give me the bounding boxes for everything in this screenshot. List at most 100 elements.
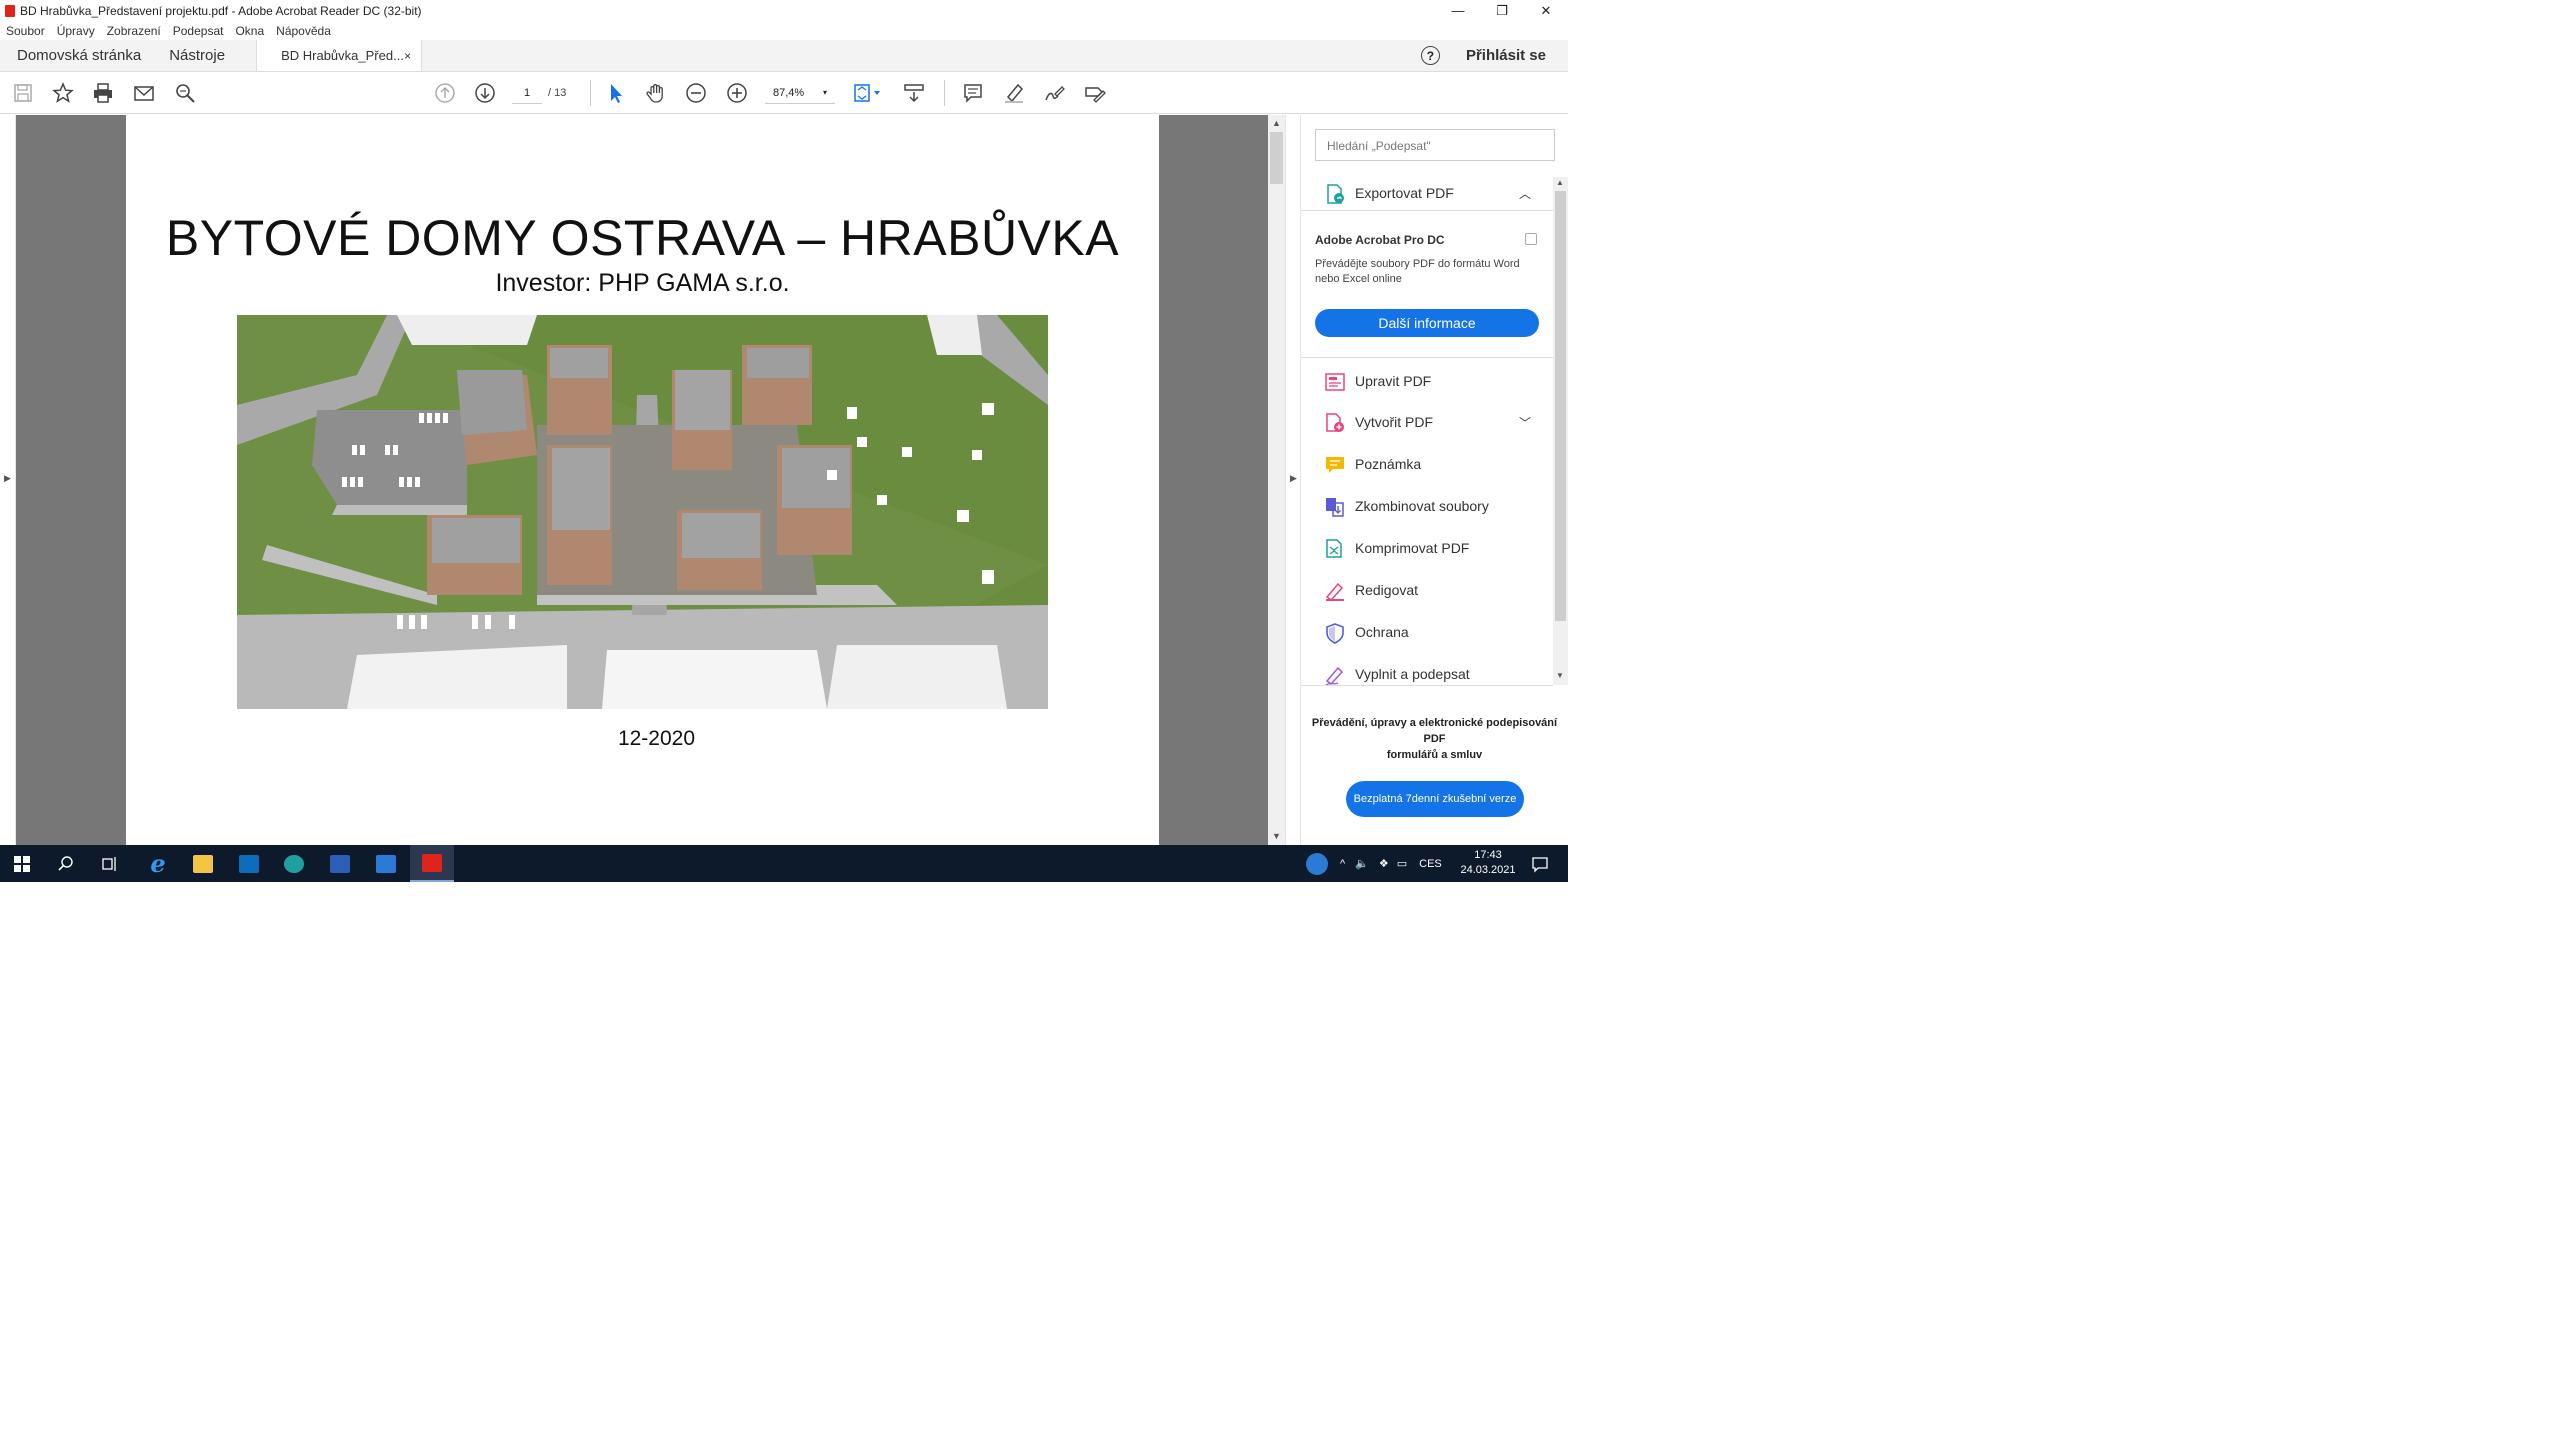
create-pdf-icon xyxy=(1326,413,1344,432)
close-window-button[interactable]: ✕ xyxy=(1524,0,1568,21)
document-date: 12-2020 xyxy=(617,727,696,750)
network-icon[interactable]: ▭ xyxy=(1397,857,1407,870)
document-viewport[interactable]: BYTOVÉ DOMY OSTRAVA – HRABŮVKA Investor:… xyxy=(16,115,1268,845)
dropbox-icon[interactable]: ❖ xyxy=(1379,857,1389,870)
clock[interactable]: 17:43 24.03.2021 xyxy=(1460,848,1516,878)
select-cursor-icon[interactable] xyxy=(604,82,626,104)
tool-redact[interactable]: Redigovat xyxy=(1301,570,1553,612)
free-trial-button[interactable]: Bezplatná 7denní zkušební verze xyxy=(1346,781,1524,817)
taskbar-photos[interactable] xyxy=(364,845,408,882)
highlight-pen-icon[interactable] xyxy=(1003,82,1025,104)
tab-home[interactable]: Domovská stránka xyxy=(0,40,155,71)
scrollbar-thumb[interactable] xyxy=(1555,191,1566,621)
search-icon[interactable] xyxy=(174,82,196,104)
tool-combine-files[interactable]: Zkombinovat soubory xyxy=(1301,486,1553,528)
menu-window[interactable]: Okna xyxy=(235,24,264,38)
taskbar-word[interactable] xyxy=(318,845,362,882)
scroll-down-icon[interactable]: ▼ xyxy=(1556,671,1564,680)
menu-view[interactable]: Zobrazení xyxy=(107,24,161,38)
pdf-page: BYTOVÉ DOMY OSTRAVA – HRABŮVKA Investor:… xyxy=(126,115,1159,845)
export-pdf-header[interactable]: Exportovat PDF ︿ xyxy=(1301,177,1553,211)
close-tab-icon[interactable]: × xyxy=(404,49,411,63)
tool-edit-pdf[interactable]: Upravit PDF xyxy=(1301,361,1553,403)
redact-icon xyxy=(1325,582,1344,602)
tool-label: Komprimovat PDF xyxy=(1355,540,1470,556)
zoom-level-value: 87,4% xyxy=(773,87,805,99)
tool-label: Upravit PDF xyxy=(1355,373,1432,389)
signin-button[interactable]: Přihlásit se xyxy=(1466,47,1546,64)
menu-edit[interactable]: Úpravy xyxy=(57,24,95,38)
taskbar-acrobat[interactable] xyxy=(410,845,454,882)
print-icon[interactable] xyxy=(92,82,114,104)
windows-taskbar: e ^ 🔈 ❖ ▭ CES 17:43 24.03.2021 xyxy=(0,845,1568,882)
help-tray-icon[interactable] xyxy=(1306,852,1328,875)
zoom-level-dropdown[interactable]: 87,4% ▾ xyxy=(765,82,835,104)
menu-file[interactable]: Soubor xyxy=(6,24,45,38)
scroll-mode-icon[interactable] xyxy=(903,82,925,104)
windows-logo-icon xyxy=(14,855,30,872)
previous-page-icon[interactable] xyxy=(434,82,456,104)
tool-label: Zkombinovat soubory xyxy=(1355,498,1489,514)
scroll-up-icon[interactable]: ▲ xyxy=(1272,118,1281,128)
next-page-icon[interactable] xyxy=(474,82,496,104)
photos-icon xyxy=(376,854,396,873)
more-info-button[interactable]: Další informace xyxy=(1315,309,1539,337)
notifications-button[interactable] xyxy=(1518,845,1562,882)
tab-document[interactable]: BD Hrabůvka_Před... × xyxy=(256,40,423,71)
comment-icon[interactable] xyxy=(962,82,984,104)
scroll-down-icon[interactable]: ▼ xyxy=(1272,831,1281,841)
task-view-icon xyxy=(102,856,116,871)
tool-create-pdf[interactable]: Vytvořit PDF ﹀ xyxy=(1301,402,1553,444)
menu-sign[interactable]: Podepsat xyxy=(173,24,224,38)
taskbar-file-explorer[interactable] xyxy=(181,845,225,882)
zoom-out-icon[interactable] xyxy=(685,82,707,104)
title-bar: BD Hrabůvka_Představení projektu.pdf - A… xyxy=(0,0,1568,21)
upsell-text: Převádění, úpravy a elektronické podepis… xyxy=(1301,715,1568,763)
scroll-up-icon[interactable]: ▲ xyxy=(1556,178,1564,187)
search-taskbar-button[interactable] xyxy=(44,845,88,882)
input-language[interactable]: CES xyxy=(1419,858,1442,870)
protect-icon xyxy=(1326,623,1344,644)
start-button[interactable] xyxy=(0,845,44,882)
minimize-button[interactable]: — xyxy=(1436,0,1480,21)
taskbar-internet-explorer[interactable]: e xyxy=(136,845,180,882)
tool-protect[interactable]: Ochrana xyxy=(1301,612,1553,654)
tool-fill-sign[interactable]: Vyplnit a podepsat xyxy=(1301,654,1553,685)
save-icon[interactable] xyxy=(12,82,34,104)
menu-help[interactable]: Nápověda xyxy=(276,24,331,38)
copy-icon[interactable] xyxy=(1525,233,1537,245)
star-icon[interactable] xyxy=(52,82,74,104)
right-panel-toggle[interactable]: ▶ xyxy=(1285,115,1301,845)
chevron-down-icon[interactable]: ﹀ xyxy=(1519,414,1531,431)
fill-and-sign-icon[interactable] xyxy=(1084,82,1106,104)
notification-icon xyxy=(1532,856,1548,873)
document-scrollbar[interactable]: ▲ ▼ xyxy=(1268,115,1285,845)
taskbar-edge[interactable] xyxy=(272,845,316,882)
restore-button[interactable]: ❐ xyxy=(1480,0,1524,21)
tools-pane-scrollbar[interactable]: ▲ ▼ xyxy=(1553,177,1568,685)
zoom-in-icon[interactable] xyxy=(726,82,748,104)
page-number-input[interactable]: 1 xyxy=(512,82,542,104)
tools-search-input[interactable]: Hledání „Podepsat" xyxy=(1315,129,1555,161)
help-icon[interactable]: ? xyxy=(1420,46,1440,65)
tool-comment[interactable]: Poznámka xyxy=(1301,444,1553,486)
speaker-icon[interactable]: 🔈 xyxy=(1355,857,1369,870)
combine-icon xyxy=(1326,498,1344,517)
tool-label: Redigovat xyxy=(1355,582,1419,598)
left-panel-toggle[interactable]: ▶ xyxy=(0,115,16,845)
tab-tools[interactable]: Nástroje xyxy=(155,40,239,71)
clock-date: 24.03.2021 xyxy=(1460,864,1516,876)
task-view-button[interactable] xyxy=(88,845,132,882)
hand-tool-icon[interactable] xyxy=(645,82,667,104)
chevron-up-icon[interactable]: ^ xyxy=(1340,858,1345,870)
email-icon[interactable] xyxy=(133,82,155,104)
tool-compress-pdf[interactable]: Komprimovat PDF xyxy=(1301,528,1553,570)
scrollbar-thumb[interactable] xyxy=(1270,132,1283,184)
word-icon xyxy=(330,854,350,873)
outlook-icon xyxy=(239,854,259,873)
fit-page-icon[interactable] xyxy=(852,82,884,104)
chevron-up-icon[interactable]: ︿ xyxy=(1519,185,1531,202)
sign-icon[interactable] xyxy=(1043,82,1065,104)
page-count: / 13 xyxy=(548,87,567,99)
taskbar-outlook[interactable] xyxy=(227,845,271,882)
